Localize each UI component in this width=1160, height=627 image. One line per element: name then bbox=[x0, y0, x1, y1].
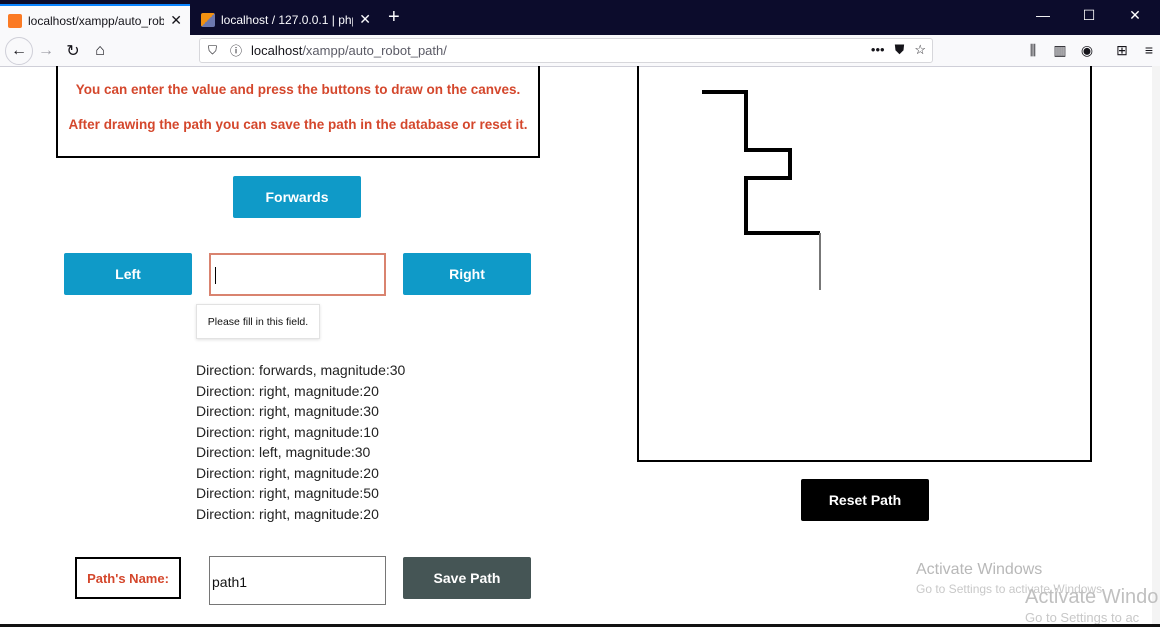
direction-log: Direction: forwards, magnitude:30 Direct… bbox=[196, 360, 405, 524]
drawing-canvas[interactable] bbox=[637, 66, 1092, 462]
tab-strip: localhost/xampp/auto_robot_p ✕ localhost… bbox=[0, 0, 1160, 35]
tab-phpmyadmin[interactable]: localhost / 127.0.0.1 | phpMyAd ✕ bbox=[193, 4, 379, 35]
path-name-label: Path's Name: bbox=[75, 557, 181, 599]
minimize-button[interactable]: — bbox=[1020, 0, 1066, 30]
close-tab-icon[interactable]: ✕ bbox=[170, 12, 182, 29]
log-entry: Direction: right, magnitude:20 bbox=[196, 382, 379, 399]
instructions-box bbox=[56, 66, 540, 158]
url-host: localhost bbox=[251, 43, 303, 58]
xampp-icon bbox=[8, 13, 22, 28]
library-icon[interactable]: ⫼ bbox=[1022, 39, 1044, 61]
phpmyadmin-icon bbox=[201, 12, 215, 27]
forward-button[interactable]: → bbox=[34, 39, 58, 63]
address-bar[interactable]: ⛉ ⓘ localhost/xampp/auto_robot_path/ •••… bbox=[199, 38, 933, 63]
log-entry: Direction: forwards, magnitude:30 bbox=[196, 362, 406, 378]
magnitude-input[interactable] bbox=[209, 253, 386, 296]
log-entry: Direction: right, magnitude:30 bbox=[196, 403, 379, 419]
page-actions-icon[interactable]: ••• bbox=[871, 42, 885, 58]
bookmark-star-icon[interactable]: ☆ bbox=[914, 42, 926, 58]
validation-tooltip: Please fill in this field. bbox=[196, 304, 320, 339]
instruction-line-1: You can enter the value and press the bu… bbox=[75, 82, 521, 97]
back-button[interactable]: ← bbox=[5, 37, 33, 65]
save-path-button[interactable]: Save Path bbox=[403, 557, 531, 599]
instruction-line-2: After drawing the path you can save the … bbox=[68, 117, 528, 132]
log-entry: Direction: right, magnitude:50 bbox=[196, 485, 379, 501]
sidebar-icon[interactable]: ▥ bbox=[1049, 39, 1071, 61]
activation-watermark-title-overlay: Activate Windo bbox=[1025, 586, 1159, 608]
activation-watermark-title: Activate Windows bbox=[916, 561, 1043, 578]
path-name-input[interactable]: path1 bbox=[209, 556, 386, 605]
log-entry: Direction: right, magnitude:20 bbox=[196, 505, 379, 522]
close-tab-icon[interactable]: ✕ bbox=[359, 11, 371, 28]
tab-title: localhost / 127.0.0.1 | phpMyAd bbox=[221, 12, 353, 27]
home-button[interactable]: ⌂ bbox=[88, 39, 112, 63]
text-caret bbox=[215, 267, 216, 284]
reset-path-button[interactable]: Reset Path bbox=[801, 479, 929, 521]
new-tab-button[interactable]: + bbox=[388, 6, 400, 28]
navigation-toolbar: ← → ↻ ⌂ ⛉ ⓘ localhost/xampp/auto_robot_p… bbox=[0, 35, 1160, 67]
window-close-button[interactable]: ✕ bbox=[1112, 0, 1158, 30]
menu-icon[interactable]: ≡ bbox=[1138, 39, 1160, 61]
log-entry: Direction: right, magnitude:10 bbox=[196, 423, 379, 440]
robot-path-line bbox=[702, 90, 820, 235]
account-icon[interactable]: ◉ bbox=[1076, 39, 1098, 61]
tab-title: localhost/xampp/auto_robot_p bbox=[28, 13, 165, 28]
pocket-icon[interactable]: ⛊ bbox=[895, 42, 905, 58]
extensions-icon[interactable]: ⊞ bbox=[1111, 39, 1133, 61]
log-entry: Direction: left, magnitude:30 bbox=[196, 444, 371, 460]
tab-auto-robot-path[interactable]: localhost/xampp/auto_robot_p ✕ bbox=[0, 4, 190, 35]
activation-watermark-subtitle-overlay: Go to Settings to ac bbox=[1025, 610, 1140, 625]
forwards-button[interactable]: Forwards bbox=[233, 176, 361, 218]
info-icon[interactable]: ⓘ bbox=[230, 42, 242, 59]
reload-button[interactable]: ↻ bbox=[61, 39, 85, 63]
page-scrollbar[interactable] bbox=[1152, 66, 1160, 624]
url-path: /xampp/auto_robot_path/ bbox=[302, 43, 447, 58]
robot-path-drawing bbox=[702, 90, 821, 290]
log-entry: Direction: right, magnitude:20 bbox=[196, 464, 379, 481]
shield-icon[interactable]: ⛉ bbox=[208, 43, 217, 58]
maximize-button[interactable]: ☐ bbox=[1066, 0, 1112, 30]
right-button[interactable]: Right bbox=[403, 253, 531, 295]
left-button[interactable]: Left bbox=[64, 253, 192, 295]
